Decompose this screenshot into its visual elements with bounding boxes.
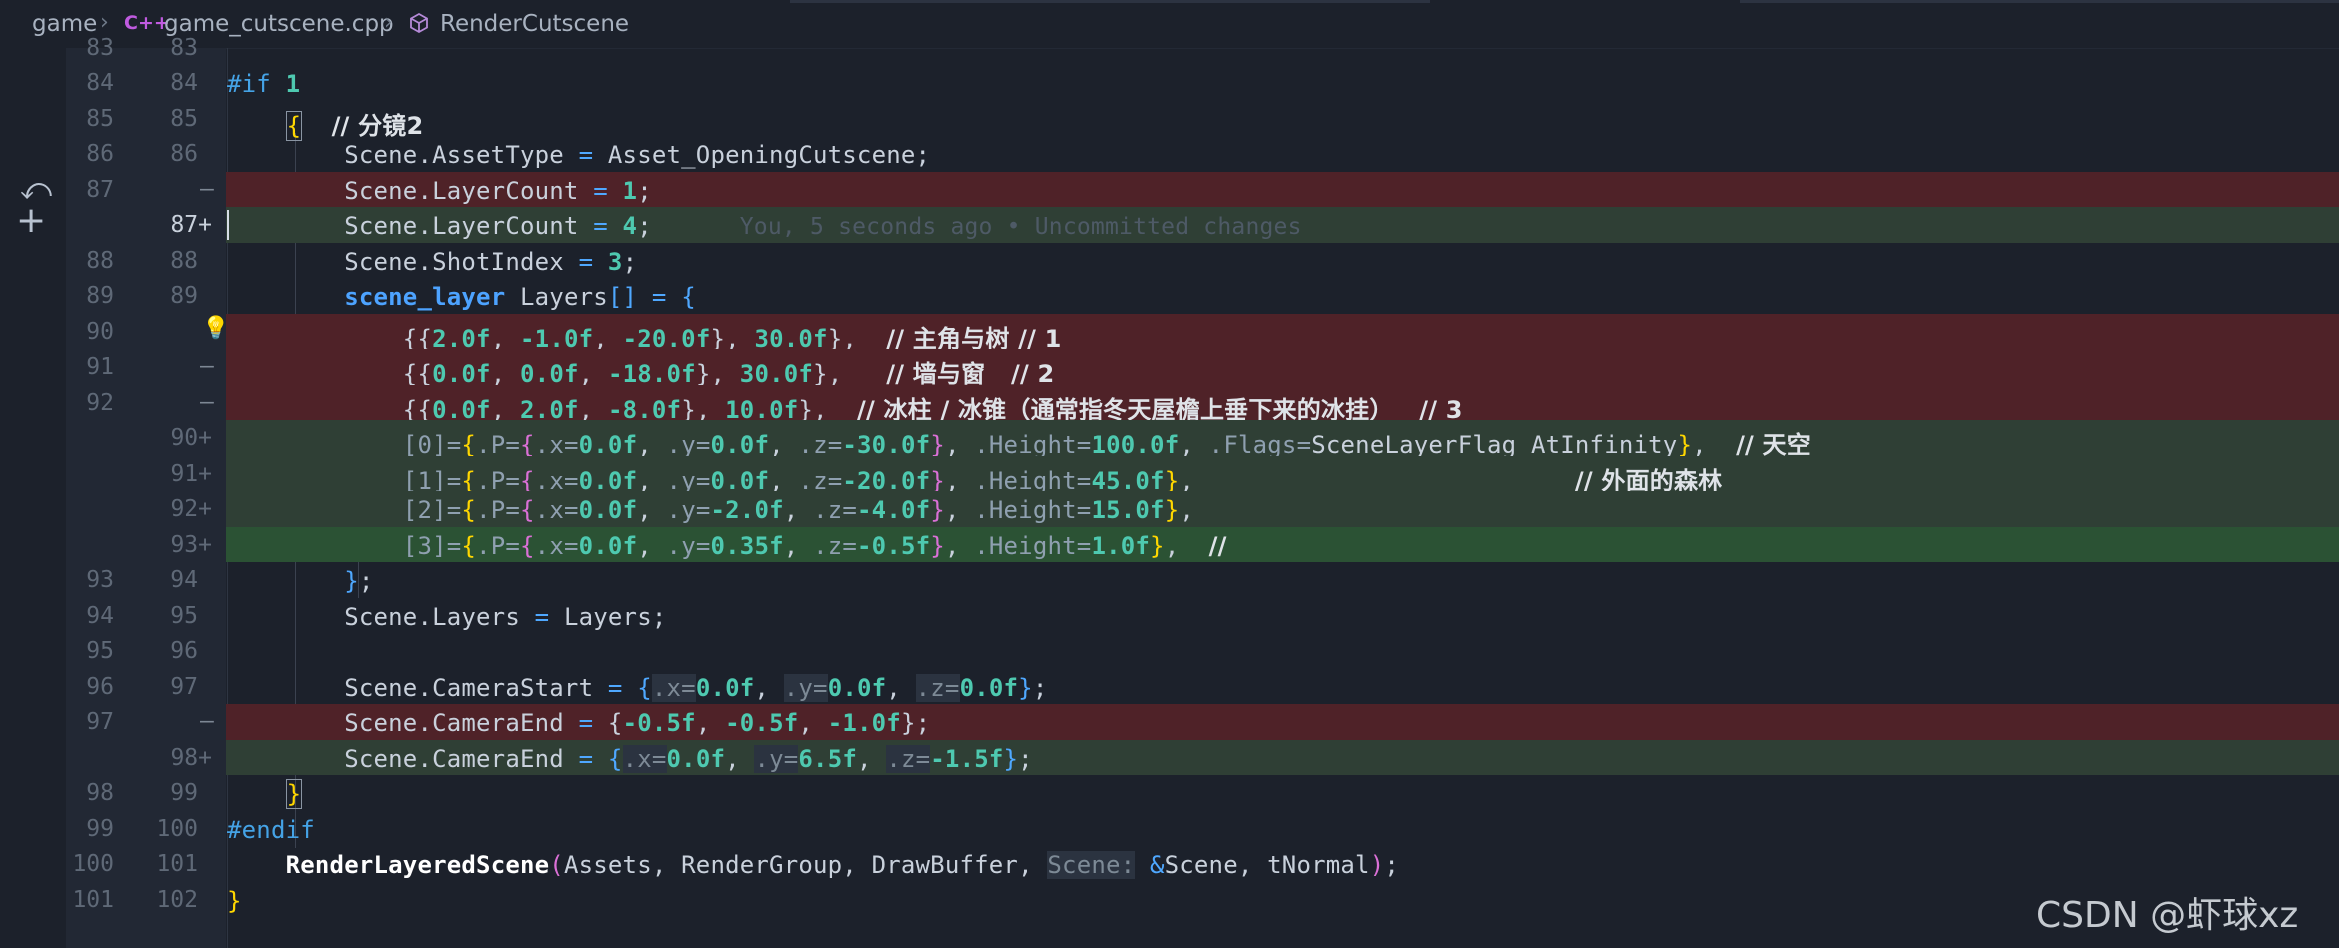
code-text: Scene.AssetType = Asset_OpeningCutscene; (227, 141, 931, 169)
new-line-number: 97 (170, 673, 198, 700)
code-line[interactable]: 89 89 scene_layer Layers[] = { (0, 278, 2339, 314)
code-line[interactable]: 88 88 Scene.ShotIndex = 3; (0, 243, 2339, 279)
code-line[interactable]: 99 100 #endif (0, 811, 2339, 847)
diff-deleted-line[interactable]: 97 — Scene.CameraEnd = {-0.5f, -0.5f, -1… (0, 704, 2339, 740)
code-text: Scene.CameraStart = {.x=0.0f, .y=0.0f, .… (227, 673, 1048, 702)
tab-strip-shadow-right (1740, 0, 2339, 3)
old-line-number: 88 (86, 247, 114, 274)
code-line[interactable]: 95 96 (0, 633, 2339, 669)
code-line[interactable]: 96 97 Scene.CameraStart = {.x=0.0f, .y=0… (0, 669, 2339, 705)
old-line-number: 86 (86, 141, 114, 167)
code-text: Scene.Layers = Layers; (227, 602, 667, 631)
new-line-number: 89 (170, 283, 198, 309)
watermark: CSDN @虾球xz (2036, 895, 2299, 936)
code-line[interactable]: 84 84 #if 1 (0, 65, 2339, 101)
old-line-number: 83 (86, 35, 114, 61)
new-line-number: 94 (170, 567, 198, 593)
old-line-number: 92 (86, 389, 114, 416)
tab-strip-shadow (790, 0, 1430, 3)
old-line-number: 99 (86, 815, 114, 842)
old-line-number: 91 (86, 354, 114, 380)
old-line-number: 95 (86, 638, 114, 664)
code-text: #endif (227, 815, 315, 844)
deleted-marker: — (200, 708, 214, 734)
diff-added-line[interactable]: 98+ Scene.CameraEnd = {.x=0.0f, .y=6.5f,… (0, 739, 2339, 775)
code-text: [3]={.P={.x=0.0f, .y=0.35f, .z=-0.5f}, .… (402, 531, 1227, 560)
code-text: scene_layer Layers[] = { (344, 283, 696, 311)
code-line[interactable]: 101 102 } (0, 882, 2339, 918)
code-text: } (285, 779, 303, 809)
deleted-marker: — (200, 175, 214, 202)
new-line-number: 88 (170, 247, 198, 274)
new-line-number: 90+ (170, 425, 212, 451)
new-line-number: 100 (156, 815, 198, 842)
old-line-number: 94 (86, 602, 114, 629)
old-line-number: 87 (86, 176, 114, 203)
code-text: RenderLayeredScene(Assets, RenderGroup, … (285, 851, 1400, 879)
code-text: Scene.ShotIndex = 3; (227, 247, 638, 276)
old-line-number: 98 (86, 780, 114, 806)
old-line-number: 93 (86, 567, 114, 593)
new-line-number: 102 (156, 886, 198, 913)
code-line[interactable]: 85 85 { // 分镜2 (0, 101, 2339, 141)
diff-deleted-line[interactable]: 92 — {{0.0f, 2.0f, -8.0f}, 10.0f}, // 冰柱… (0, 384, 2339, 424)
new-line-number: 84 (170, 70, 198, 96)
diff-added-line[interactable]: 92+ [2]={.P={.x=0.0f, .y=-2.0f, .z=-4.0f… (0, 491, 2339, 527)
code-text: Scene.LayerCount = 4; You, 5 seconds ago… (227, 212, 1302, 240)
new-line-number: 87+ (170, 212, 212, 238)
diff-added-line[interactable]: 93+ [3]={.P={.x=0.0f, .y=0.35f, .z=-0.5f… (0, 526, 2339, 562)
diff-deleted-line[interactable]: 90 💡 {{2.0f, -1.0f, -20.0f}, 30.0f}, // … (0, 313, 2339, 353)
new-line-number: 83 (170, 35, 198, 61)
new-line-number: 86 (170, 141, 198, 167)
old-line-number: 100 (72, 851, 114, 877)
code-text: Scene.CameraEnd = {-0.5f, -0.5f, -1.0f}; (227, 709, 931, 737)
new-line-number: 95 (170, 602, 198, 629)
code-text: }; (344, 567, 374, 595)
code-line[interactable]: 93 94 }; (0, 562, 2339, 598)
deleted-marker: — (200, 388, 214, 415)
diff-added-line[interactable]: 90+ [0]={.P={.x=0.0f, .y=0.0f, .z=-30.0f… (0, 420, 2339, 459)
old-line-number: 97 (86, 709, 114, 735)
code-text: Scene.CameraEnd = {.x=0.0f, .y=6.5f, .z=… (227, 744, 1033, 773)
git-blame-hint: You, 5 seconds ago • Uncommitted changes (739, 214, 1302, 240)
new-line-number: 98+ (170, 744, 212, 771)
diff-added-line[interactable]: 87+ Scene.LayerCount = 4; You, 5 seconds… (0, 207, 2339, 243)
old-line-number: 101 (72, 886, 114, 913)
code-text: Scene.LayerCount = 1; (227, 176, 652, 205)
code-text: #if 1 (227, 70, 301, 98)
code-line[interactable]: 100 101 RenderLayeredScene(Assets, Rende… (0, 846, 2339, 882)
new-line-number: 85 (170, 105, 198, 132)
diff-deleted-line[interactable]: 87 — Scene.LayerCount = 1; (0, 171, 2339, 207)
new-line-number: 93+ (170, 531, 212, 558)
code-editor[interactable]: 83 83 84 84 #if 1 85 85 { // 分镜2 86 86 S… (0, 35, 2339, 948)
code-text: [2]={.P={.x=0.0f, .y=-2.0f, .z=-4.0f}, .… (402, 496, 1194, 524)
old-line-number: 84 (86, 70, 114, 96)
new-line-number: 99 (170, 780, 198, 806)
new-line-number: 92+ (170, 496, 212, 522)
old-line-number: 85 (86, 105, 114, 132)
old-line-number: 89 (86, 283, 114, 309)
diff-added-line[interactable]: 91+ [1]={.P={.x=0.0f, .y=0.0f, .z=-20.0f… (0, 455, 2339, 495)
code-line[interactable]: 83 83 (0, 30, 2339, 66)
deleted-marker: — (200, 353, 214, 379)
code-line[interactable]: 86 86 Scene.AssetType = Asset_OpeningCut… (0, 136, 2339, 172)
lightbulb-icon[interactable]: 💡 (202, 316, 229, 341)
new-line-number: 91+ (170, 460, 212, 487)
new-line-number: 101 (156, 851, 198, 877)
new-line-number: 96 (170, 638, 198, 664)
old-line-number: 90 (86, 318, 114, 345)
old-line-number: 96 (86, 673, 114, 700)
code-line[interactable]: 98 99 } (0, 775, 2339, 811)
diff-deleted-line[interactable]: 91 — {{0.0f, 0.0f, -18.0f}, 30.0f}, // 墙… (0, 349, 2339, 388)
code-line[interactable]: 94 95 Scene.Layers = Layers; (0, 598, 2339, 634)
code-text: } (227, 886, 242, 915)
